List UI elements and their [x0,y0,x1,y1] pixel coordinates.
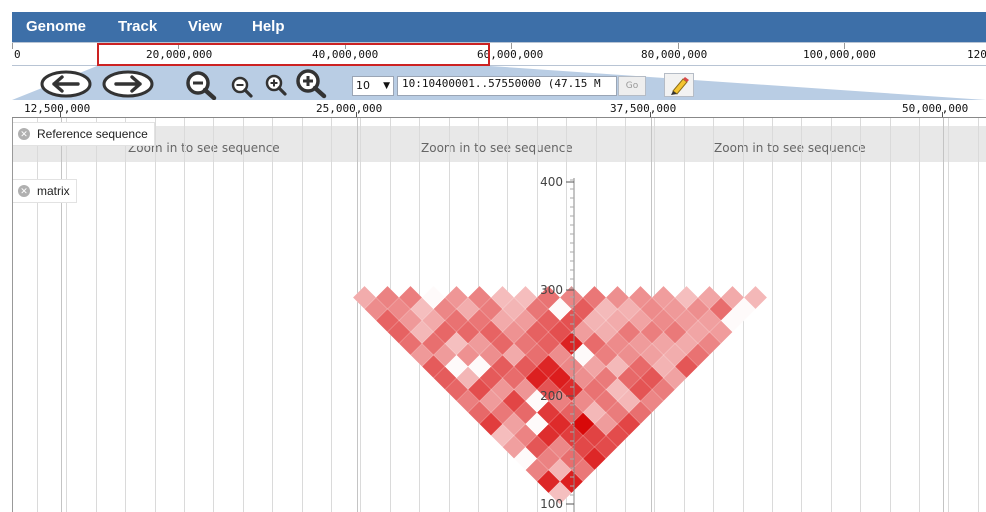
chevron-down-icon: ▼ [383,81,390,91]
chromosome-select[interactable]: 10 ▼ [352,76,394,96]
mr-tick [942,112,943,117]
close-icon[interactable]: ✕ [18,185,30,197]
highlight-button[interactable] [664,73,694,97]
matrix-axis-label: 300 [540,283,563,297]
chromosome-select-value: 10 [356,79,370,92]
arrow-left-icon[interactable] [40,70,92,98]
mr-tick [650,112,651,117]
arrow-right-icon[interactable] [102,70,154,98]
menubar: Genome Track View Help [12,12,986,42]
track-label-text: Reference sequence [37,127,148,141]
menu-genome[interactable]: Genome [26,18,86,35]
zoom-in-large-icon[interactable] [294,68,328,100]
track-area[interactable]: Zoom in to see sequence Zoom in to see s… [12,118,986,512]
close-icon[interactable]: ✕ [18,128,30,140]
mr-label: 25,000,000 [316,102,383,115]
menu-help[interactable]: Help [252,18,285,35]
ov-label: 80,000,000 [641,48,708,61]
menu-track[interactable]: Track [118,18,157,35]
overview-location-box[interactable] [97,43,490,66]
pencil-highlight-icon [671,77,689,95]
track-label-text: matrix [37,184,70,198]
ov-label: 120 [967,48,986,61]
mr-label: 37,500,000 [610,102,677,115]
ov-tick [12,43,13,49]
matrix-axis-label: 100 [540,497,563,511]
zoom-out-small-icon[interactable] [230,76,254,98]
track-label-reference[interactable]: ✕ Reference sequence [13,122,155,146]
track-label-matrix[interactable]: ✕ matrix [13,179,77,203]
mr-tick [356,112,357,117]
navigation-bar: 10 ▼ 10:10400001..57550000 (47.15 M Go [12,66,986,102]
main-ruler: 12,500,000 25,000,000 37,500,000 50,000,… [12,102,986,118]
location-input[interactable]: 10:10400001..57550000 (47.15 M [397,76,617,96]
matrix-axis-label: 200 [540,389,563,403]
mr-label: 12,500,000 [24,102,91,115]
matrix-axis-label: 400 [540,175,563,189]
mr-label: 50,000,000 [902,102,969,115]
matrix-heatmap[interactable]: 400 300 200 100 [13,118,986,512]
zoom-in-small-icon[interactable] [264,74,288,98]
ov-label: 100,000,000 [803,48,876,61]
menu-view[interactable]: View [188,18,222,35]
ov-label: 0 [14,48,21,61]
zoom-out-large-icon[interactable] [184,70,218,100]
overview-ruler[interactable]: 0 20,000,000 40,000,000 60,000,000 80,00… [12,42,986,66]
mr-tick [60,112,61,117]
go-button[interactable]: Go [618,76,646,96]
